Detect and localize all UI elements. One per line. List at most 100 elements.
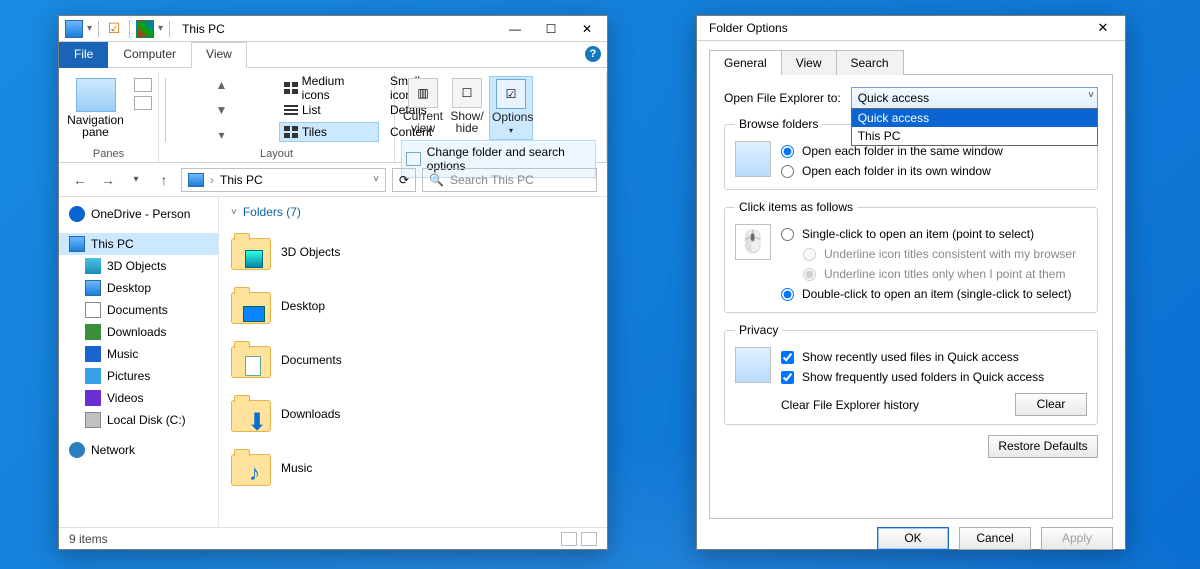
tab-computer[interactable]: Computer (108, 42, 191, 68)
explorer-titlebar: ▾ ☑ ▾ This PC — ☐ ✕ (59, 16, 607, 42)
up-button[interactable]: ↑ (153, 169, 175, 191)
show-hide-button[interactable]: ☐ Show/ hide (445, 76, 489, 140)
nav-item-documents[interactable]: Documents (59, 299, 218, 321)
grid-icon (284, 82, 298, 94)
nav-item-3d-objects[interactable]: 3D Objects (59, 255, 218, 277)
status-item-count: 9 items (69, 532, 108, 546)
file-explorer-window: ▾ ☑ ▾ This PC — ☐ ✕ File Computer View ?… (58, 15, 608, 550)
content-pane: ˅Folders (7) 3D Objects Desktop Document… (219, 197, 607, 527)
combo-option-this-pc[interactable]: This PC (852, 127, 1097, 145)
nav-item-pictures[interactable]: Pictures (59, 365, 218, 387)
ok-button[interactable]: OK (877, 527, 949, 550)
maximize-button[interactable]: ☐ (533, 18, 569, 40)
details-pane-icon[interactable] (134, 96, 152, 110)
dialog-tab-search[interactable]: Search (836, 50, 904, 75)
qat-dropdown-icon[interactable]: ▾ (87, 23, 92, 34)
tile-music[interactable]: ♪ Music (231, 441, 595, 495)
check-recent-files[interactable]: Show recently used files in Quick access (781, 347, 1087, 367)
address-dropdown-icon[interactable]: ˅ (373, 174, 379, 185)
refresh-button[interactable]: ⟳ (392, 168, 416, 192)
current-view-button[interactable]: ▥ Current view (401, 76, 445, 140)
window-buttons: — ☐ ✕ (497, 18, 605, 40)
quick-access-toolbar: ▾ ☑ ▾ (61, 20, 176, 38)
radio-own-window[interactable]: Open each folder in its own window (781, 161, 1087, 181)
layout-medium-icons[interactable]: Medium icons (279, 78, 379, 98)
close-button[interactable]: ✕ (569, 18, 605, 40)
combo-dropdown-list: Quick access This PC (851, 108, 1098, 146)
help-icon[interactable]: ? (585, 46, 601, 62)
dialog-panel-general: Open File Explorer to: Quick access ˅ Qu… (709, 75, 1113, 519)
check-frequent-folders[interactable]: Show frequently used folders in Quick ac… (781, 367, 1087, 387)
combo-option-quick-access[interactable]: Quick access (852, 109, 1097, 127)
ribbon-tabs: File Computer View ? (59, 42, 607, 68)
clear-history-label: Clear File Explorer history (781, 398, 919, 412)
open-to-combo[interactable]: Quick access ˅ Quick access This PC (851, 87, 1098, 109)
nav-item-local-disk[interactable]: Local Disk (C:) (59, 409, 218, 431)
qat-customize-icon[interactable] (136, 20, 154, 38)
apply-button[interactable]: Apply (1041, 527, 1113, 550)
tab-file[interactable]: File (59, 42, 108, 68)
qat-dropdown-icon[interactable]: ▾ (158, 23, 163, 34)
radio-double-click[interactable]: Double-click to open an item (single-cli… (781, 284, 1087, 304)
tile-downloads[interactable]: ⬇ Downloads (231, 387, 595, 441)
layout-scroll[interactable]: ▲▼▾ (165, 78, 277, 142)
view-tiles-icon[interactable] (581, 532, 597, 546)
dialog-tab-general[interactable]: General (709, 50, 782, 75)
forward-button[interactable]: → (97, 169, 119, 191)
tile-desktop[interactable]: Desktop (231, 279, 595, 333)
tile-documents[interactable]: Documents (231, 333, 595, 387)
nav-item-downloads[interactable]: Downloads (59, 321, 218, 343)
open-to-label: Open File Explorer to: (724, 91, 841, 105)
folder-icon (231, 286, 271, 326)
clear-button[interactable]: Clear (1015, 393, 1087, 416)
address-text: This PC (220, 173, 263, 187)
nav-pane-button[interactable]: Navigation pane (65, 74, 126, 138)
folder-icon: ♪ (231, 448, 271, 488)
explorer-body: OneDrive - Person This PC 3D Objects Des… (59, 197, 607, 527)
back-button[interactable]: ← (69, 169, 91, 191)
cancel-button[interactable]: Cancel (959, 527, 1031, 550)
nav-item-videos[interactable]: Videos (59, 387, 218, 409)
system-icon[interactable] (65, 20, 83, 38)
ribbon: Navigation pane Panes Medium icons Small… (59, 68, 607, 163)
ribbon-group-layout: Medium icons Small icons ▲▼▾ List Detail… (159, 72, 395, 162)
options-button[interactable]: ☑ Options▾ (489, 76, 533, 140)
click-items-group: Click items as follows 🖱️ Single-click t… (724, 200, 1098, 313)
properties-icon[interactable]: ☑ (105, 20, 123, 38)
list-icon (284, 104, 298, 116)
restore-defaults-button[interactable]: Restore Defaults (988, 435, 1098, 458)
folder-icon (231, 232, 271, 272)
nav-item-music[interactable]: Music (59, 343, 218, 365)
dialog-close-button[interactable]: ✕ (1083, 16, 1123, 40)
dialog-body: General View Search Open File Explorer t… (697, 41, 1125, 550)
preview-pane-icon[interactable] (134, 78, 152, 92)
recent-locations-button[interactable]: ▾ (125, 169, 147, 191)
cloud-icon (69, 206, 85, 222)
radio-single-click[interactable]: Single-click to open an item (point to s… (781, 224, 1087, 244)
chevron-down-icon: ˅ (1088, 90, 1094, 101)
download-icon (85, 324, 101, 340)
address-bar[interactable]: › This PC ˅ (181, 168, 386, 192)
nav-item-onedrive[interactable]: OneDrive - Person (59, 203, 218, 225)
layout-tiles[interactable]: Tiles (279, 122, 379, 142)
privacy-icon (735, 347, 771, 383)
status-view-icons (561, 532, 597, 546)
layout-list[interactable]: List (279, 100, 379, 120)
dialog-action-buttons: OK Cancel Apply (709, 527, 1113, 550)
folder-options-dialog: Folder Options ✕ General View Search Ope… (696, 15, 1126, 550)
search-box[interactable]: 🔍 Search This PC (422, 168, 597, 192)
minimize-button[interactable]: — (497, 18, 533, 40)
radio-underline-browser: Underline icon titles consistent with my… (781, 244, 1087, 264)
nav-item-network[interactable]: Network (59, 439, 218, 461)
nav-item-this-pc[interactable]: This PC (59, 233, 218, 255)
section-header-folders[interactable]: ˅Folders (7) (231, 205, 595, 219)
tile-3d-objects[interactable]: 3D Objects (231, 225, 595, 279)
group-label-layout: Layout (165, 146, 388, 162)
tab-view[interactable]: View (191, 42, 247, 68)
dialog-tab-view[interactable]: View (781, 50, 837, 75)
browse-folders-legend: Browse folders (735, 117, 822, 131)
nav-item-desktop[interactable]: Desktop (59, 277, 218, 299)
view-details-icon[interactable] (561, 532, 577, 546)
folder-icon: ⬇ (231, 394, 271, 434)
combo-selected: Quick access (858, 91, 929, 105)
